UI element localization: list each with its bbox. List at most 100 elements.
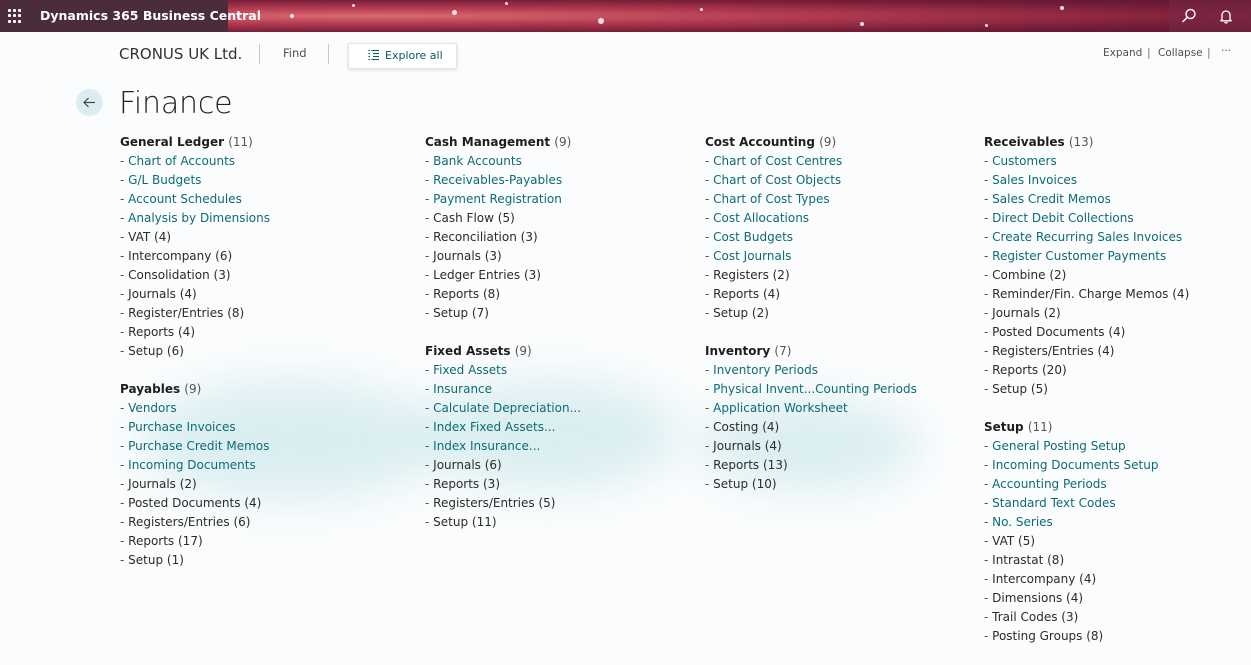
menu-submenu-trail-codes-3[interactable]: - Trail Codes (3) — [984, 608, 1251, 627]
menu-link-chart-of-cost-centres[interactable]: - Chart of Cost Centres — [705, 152, 975, 171]
menu-item-label: Registers/Entries (5) — [433, 496, 556, 510]
menu-link-physical-invent-counting-periods[interactable]: - Physical Invent...Counting Periods — [705, 380, 975, 399]
menu-link-chart-of-accounts[interactable]: - Chart of Accounts — [120, 152, 390, 171]
menu-link-standard-text-codes[interactable]: - Standard Text Codes — [984, 494, 1251, 513]
menu-submenu-journals-6[interactable]: - Journals (6) — [425, 456, 695, 475]
menu-submenu-vat-4[interactable]: - VAT (4) — [120, 228, 390, 247]
menu-submenu-registers-entries-6[interactable]: - Registers/Entries (6) — [120, 513, 390, 532]
menu-link-create-recurring-sales-invoices[interactable]: - Create Recurring Sales Invoices — [984, 228, 1251, 247]
menu-link-index-fixed-assets[interactable]: - Index Fixed Assets... — [425, 418, 695, 437]
bullet-dash: - — [984, 154, 993, 168]
menu-submenu-setup-2[interactable]: - Setup (2) — [705, 304, 975, 323]
find-button[interactable]: Find — [283, 46, 307, 60]
bell-icon[interactable] — [1216, 6, 1236, 26]
waffle-icon[interactable] — [8, 9, 22, 23]
menu-link-sales-invoices[interactable]: - Sales Invoices — [984, 171, 1251, 190]
menu-link-no-series[interactable]: - No. Series — [984, 513, 1251, 532]
menu-submenu-reports-3[interactable]: - Reports (3) — [425, 475, 695, 494]
menu-link-general-posting-setup[interactable]: - General Posting Setup — [984, 437, 1251, 456]
menu-item-label: Chart of Cost Types — [713, 192, 830, 206]
menu-item-label: Intercompany (4) — [992, 572, 1097, 586]
menu-submenu-journals-4[interactable]: - Journals (4) — [705, 437, 975, 456]
menu-link-payment-registration[interactable]: - Payment Registration — [425, 190, 695, 209]
menu-link-calculate-depreciation[interactable]: - Calculate Depreciation... — [425, 399, 695, 418]
menu-submenu-posted-documents-4[interactable]: - Posted Documents (4) — [984, 323, 1251, 342]
menu-submenu-intrastat-8[interactable]: - Intrastat (8) — [984, 551, 1251, 570]
menu-submenu-posted-documents-4[interactable]: - Posted Documents (4) — [120, 494, 390, 513]
menu-item-label: Journals (4) — [128, 287, 197, 301]
menu-link-direct-debit-collections[interactable]: - Direct Debit Collections — [984, 209, 1251, 228]
menu-submenu-setup-11[interactable]: - Setup (11) — [425, 513, 695, 532]
menu-submenu-intercompany-4[interactable]: - Intercompany (4) — [984, 570, 1251, 589]
menu-item-label: Cost Allocations — [713, 211, 810, 225]
menu-submenu-register-entries-8[interactable]: - Register/Entries (8) — [120, 304, 390, 323]
menu-submenu-registers-2[interactable]: - Registers (2) — [705, 266, 975, 285]
menu-submenu-dimensions-4[interactable]: - Dimensions (4) — [984, 589, 1251, 608]
menu-link-incoming-documents-setup[interactable]: - Incoming Documents Setup — [984, 456, 1251, 475]
menu-link-g-l-budgets[interactable]: - G/L Budgets — [120, 171, 390, 190]
menu-submenu-reconciliation-3[interactable]: - Reconciliation (3) — [425, 228, 695, 247]
menu-submenu-reminder-fin-charge-memos-4[interactable]: - Reminder/Fin. Charge Memos (4) — [984, 285, 1251, 304]
menu-submenu-registers-entries-5[interactable]: - Registers/Entries (5) — [425, 494, 695, 513]
menu-link-insurance[interactable]: - Insurance — [425, 380, 695, 399]
menu-submenu-vat-5[interactable]: - VAT (5) — [984, 532, 1251, 551]
search-icon[interactable] — [1179, 6, 1199, 26]
menu-submenu-setup-1[interactable]: - Setup (1) — [120, 551, 390, 570]
menu-link-application-worksheet[interactable]: - Application Worksheet — [705, 399, 975, 418]
company-name[interactable]: CRONUS UK Ltd. — [119, 45, 242, 63]
menu-link-index-insurance[interactable]: - Index Insurance... — [425, 437, 695, 456]
menu-link-vendors[interactable]: - Vendors — [120, 399, 390, 418]
menu-submenu-setup-6[interactable]: - Setup (6) — [120, 342, 390, 361]
expand-button[interactable]: Expand — [1103, 47, 1142, 59]
menu-link-chart-of-cost-objects[interactable]: - Chart of Cost Objects — [705, 171, 975, 190]
menu-link-sales-credit-memos[interactable]: - Sales Credit Memos — [984, 190, 1251, 209]
menu-submenu-setup-7[interactable]: - Setup (7) — [425, 304, 695, 323]
menu-submenu-combine-2[interactable]: - Combine (2) — [984, 266, 1251, 285]
more-options-button[interactable]: ··· — [1221, 45, 1231, 57]
menu-link-register-customer-payments[interactable]: - Register Customer Payments — [984, 247, 1251, 266]
menu-submenu-reports-20[interactable]: - Reports (20) — [984, 361, 1251, 380]
menu-submenu-ledger-entries-3[interactable]: - Ledger Entries (3) — [425, 266, 695, 285]
menu-link-cost-budgets[interactable]: - Cost Budgets — [705, 228, 975, 247]
menu-link-receivables-payables[interactable]: - Receivables-Payables — [425, 171, 695, 190]
menu-link-accounting-periods[interactable]: - Accounting Periods — [984, 475, 1251, 494]
explore-all-button[interactable]: Explore all — [348, 43, 457, 69]
menu-submenu-intercompany-6[interactable]: - Intercompany (6) — [120, 247, 390, 266]
menu-submenu-journals-2[interactable]: - Journals (2) — [984, 304, 1251, 323]
collapse-button[interactable]: Collapse — [1158, 47, 1203, 59]
menu-submenu-reports-4[interactable]: - Reports (4) — [120, 323, 390, 342]
menu-submenu-setup-10[interactable]: - Setup (10) — [705, 475, 975, 494]
menu-submenu-consolidation-3[interactable]: - Consolidation (3) — [120, 266, 390, 285]
menu-submenu-journals-2[interactable]: - Journals (2) — [120, 475, 390, 494]
back-button[interactable] — [76, 89, 103, 116]
menu-item-label: Registers/Entries (4) — [992, 344, 1115, 358]
menu-link-incoming-documents[interactable]: - Incoming Documents — [120, 456, 390, 475]
menu-submenu-reports-4[interactable]: - Reports (4) — [705, 285, 975, 304]
menu-link-customers[interactable]: - Customers — [984, 152, 1251, 171]
menu-submenu-setup-5[interactable]: - Setup (5) — [984, 380, 1251, 399]
menu-link-analysis-by-dimensions[interactable]: - Analysis by Dimensions — [120, 209, 390, 228]
menu-item-label: Intercompany (6) — [128, 249, 233, 263]
menu-submenu-posting-groups-8[interactable]: - Posting Groups (8) — [984, 627, 1251, 646]
bullet-dash: - — [120, 534, 129, 548]
menu-submenu-reports-13[interactable]: - Reports (13) — [705, 456, 975, 475]
menu-link-inventory-periods[interactable]: - Inventory Periods — [705, 361, 975, 380]
menu-item-label: Index Insurance... — [433, 439, 541, 453]
menu-submenu-reports-8[interactable]: - Reports (8) — [425, 285, 695, 304]
menu-submenu-reports-17[interactable]: - Reports (17) — [120, 532, 390, 551]
menu-link-purchase-credit-memos[interactable]: - Purchase Credit Memos — [120, 437, 390, 456]
menu-submenu-journals-3[interactable]: - Journals (3) — [425, 247, 695, 266]
menu-submenu-registers-entries-4[interactable]: - Registers/Entries (4) — [984, 342, 1251, 361]
menu-link-cost-allocations[interactable]: - Cost Allocations — [705, 209, 975, 228]
menu-link-fixed-assets[interactable]: - Fixed Assets — [425, 361, 695, 380]
menu-link-cost-journals[interactable]: - Cost Journals — [705, 247, 975, 266]
menu-submenu-costing-4[interactable]: - Costing (4) — [705, 418, 975, 437]
bullet-dash: - — [425, 287, 434, 301]
menu-submenu-cash-flow-5[interactable]: - Cash Flow (5) — [425, 209, 695, 228]
menu-link-chart-of-cost-types[interactable]: - Chart of Cost Types — [705, 190, 975, 209]
menu-link-account-schedules[interactable]: - Account Schedules — [120, 190, 390, 209]
menu-link-purchase-invoices[interactable]: - Purchase Invoices — [120, 418, 390, 437]
menu-link-bank-accounts[interactable]: - Bank Accounts — [425, 152, 695, 171]
menu-item-label: Register Customer Payments — [992, 249, 1167, 263]
menu-submenu-journals-4[interactable]: - Journals (4) — [120, 285, 390, 304]
